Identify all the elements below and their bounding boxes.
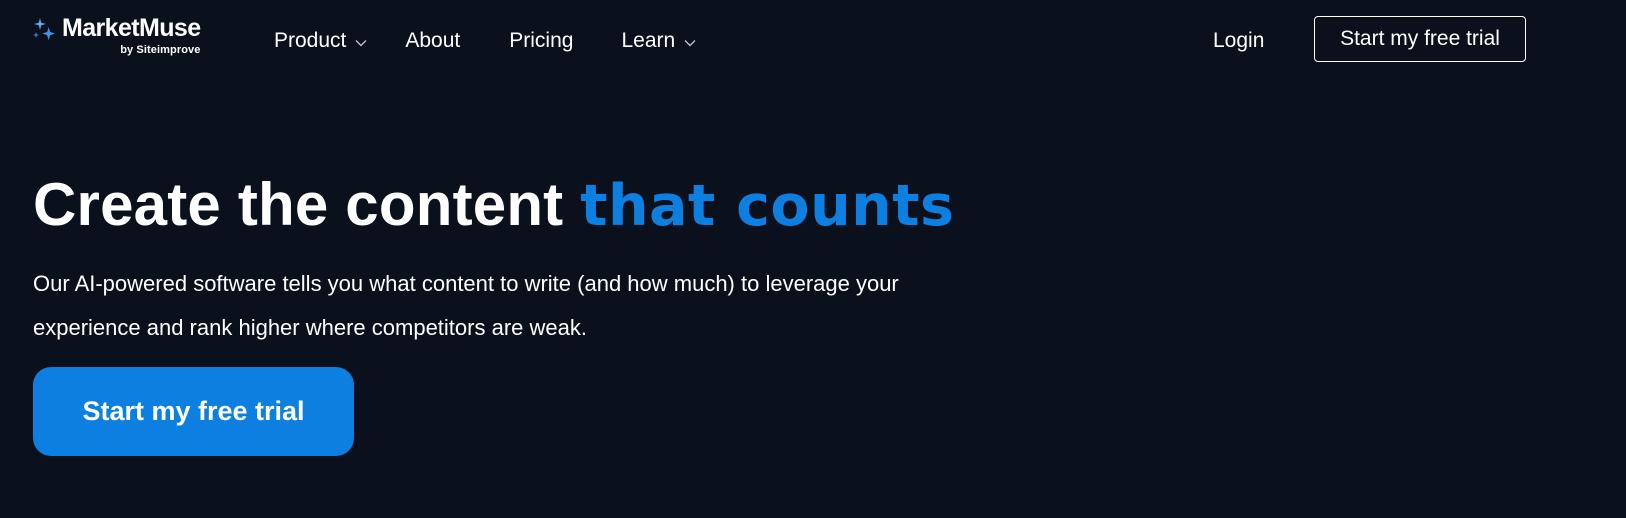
chevron-down-icon [684, 39, 696, 46]
nav-item-label: Learn [621, 29, 676, 52]
logo-wordmark: MarketMuse by Siteimprove [62, 14, 201, 57]
nav-item-product[interactable]: Product [274, 24, 367, 58]
login-link[interactable]: Login [1213, 24, 1264, 58]
nav-item-learn[interactable]: Learn [621, 24, 696, 58]
nav-item-label: Pricing [509, 29, 574, 52]
hero-title-accent: that counts [580, 173, 955, 239]
site-header: MarketMuse by Siteimprove Product About … [0, 0, 1626, 82]
chevron-down-icon [355, 39, 367, 46]
brand-logo[interactable]: MarketMuse by Siteimprove [33, 14, 201, 60]
brand-tagline: by Siteimprove [120, 44, 201, 56]
hero-subtitle: Our AI-powered software tells you what c… [33, 271, 899, 340]
nav-item-label: About [405, 29, 461, 52]
hero-title: Create the content that counts [33, 170, 954, 241]
nav-item-pricing[interactable]: Pricing [509, 24, 573, 58]
header-trial-button[interactable]: Start my free trial [1314, 16, 1526, 62]
sparkles-icon [33, 18, 56, 40]
hero-title-plain: Create the content [33, 171, 581, 238]
brand-name: MarketMuse [62, 14, 201, 42]
nav-item-label: Product [274, 29, 347, 52]
nav-item-about[interactable]: About [405, 24, 460, 58]
main-nav: Product About Pricing Learn [274, 24, 696, 58]
hero-trial-button[interactable]: Start my free trial [33, 367, 354, 456]
